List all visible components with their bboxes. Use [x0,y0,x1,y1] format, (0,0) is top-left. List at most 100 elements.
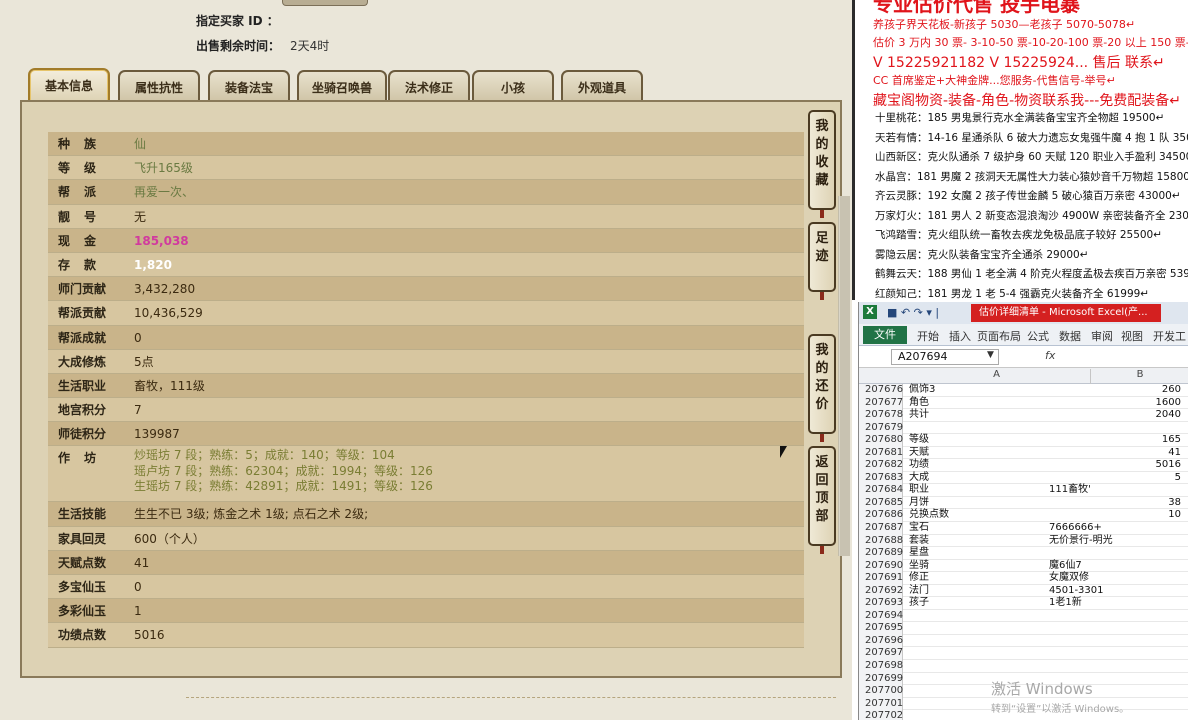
doc-listing-line: 天若有情：14-16 星通杀队 6 破大力遗忘女鬼强牛魔 4 抱 1 队 350… [875,131,1188,144]
footprint-button[interactable]: 足迹 [808,222,836,300]
row-number[interactable]: 207692 [859,584,903,598]
cell-b[interactable]: 165 [1049,434,1181,447]
row-number[interactable]: 207700 [859,685,903,698]
ribbon-tab-3[interactable]: 页面布局 [977,328,1021,344]
cell-b[interactable]: 1老1新 [1049,597,1181,610]
sheet-row: 207692 法门 4501-3301 [859,584,1188,598]
row-number[interactable]: 207696 [859,634,903,648]
row-number[interactable]: 207683 [859,471,903,485]
sheet-row: 207698 [859,660,1188,673]
sheet-row: 207677 角色 1600 [859,396,1188,410]
row-number[interactable]: 207702 [859,710,903,720]
info-key: 等级 [58,161,111,176]
cell-b[interactable]: 魔6仙7 [1049,560,1181,573]
info-value: 再爱一次、 [134,185,195,200]
row-number[interactable]: 207693 [859,597,903,610]
ribbon-tab-7[interactable]: 视图 [1121,328,1143,344]
info-row: 功绩点数 5016 [48,623,804,648]
column-headers: A B [859,368,1188,384]
info-value: 畜牧，111级 [134,378,205,393]
row-number[interactable]: 207679 [859,421,903,435]
cell-b[interactable]: 111畜牧' [1049,484,1181,497]
ribbon-tab-0[interactable]: 文件 [863,326,907,344]
info-value: 600（个人） [134,531,205,546]
row-number[interactable]: 207688 [859,534,903,548]
ribbon-tab-2[interactable]: 插入 [949,328,971,344]
tab-3[interactable]: 坐骑召唤兽 [297,70,387,102]
row-number[interactable]: 207690 [859,559,903,573]
info-row: 帮派成就 0 [48,325,804,350]
name-box[interactable]: A207694 [891,349,999,365]
my-favorites-button[interactable]: 我的收藏 [808,110,836,218]
cell-b[interactable]: 无价景行-明光 [1049,535,1181,548]
row-number[interactable]: 207699 [859,672,903,686]
sheet-row: 207693 孩子 1老1新 [859,597,1188,610]
ribbon-tab-4[interactable]: 公式 [1027,328,1049,344]
row-number[interactable]: 207695 [859,622,903,635]
row-number[interactable]: 207697 [859,647,903,660]
row-number[interactable]: 207691 [859,572,903,585]
doc-title: 专业估价代售 投手电暴 [873,0,1080,16]
cell-b[interactable]: 女魔双修 [1049,572,1181,585]
cell-b[interactable]: 2040 [1049,409,1181,422]
cell-b[interactable]: 260 [1049,384,1181,397]
ribbon-tab-1[interactable]: 开始 [917,328,939,344]
row-number[interactable]: 207686 [859,509,903,522]
column-a-header[interactable]: A [903,369,1091,384]
top-button[interactable] [282,0,368,6]
row-number[interactable]: 207684 [859,484,903,497]
excel-ribbon: 文件开始插入页面布局公式数据审阅视图开发工具 [859,324,1188,359]
tab-0[interactable]: 基本信息 [28,68,110,102]
row-number[interactable]: 207682 [859,459,903,472]
cell-b[interactable]: 4501-3301 [1049,585,1181,598]
back-to-top-button[interactable]: 返回顶部 [808,446,836,554]
sheet-row: 207684 职业 111畜牧' [859,484,1188,497]
doc-listing-line: 红颜知己：181 男龙 1 老 5-4 强霸克火装备齐全 61999↵ [875,287,1150,300]
row-number[interactable]: 207694 [859,609,903,623]
panel-scrollbar[interactable] [838,196,850,556]
tab-2[interactable]: 装备法宝 [208,70,290,102]
row-number[interactable]: 207676 [859,384,903,397]
tab-6[interactable]: 外观道具 [561,70,643,102]
column-b-header[interactable]: B [1091,369,1188,380]
cell-a[interactable]: 星盘 [909,547,1091,560]
row-number[interactable]: 207680 [859,434,903,447]
cell-b[interactable]: 5 [1049,472,1181,485]
cell-b[interactable]: 1600 [1049,397,1181,410]
sheet-row: 207694 [859,609,1188,623]
ribbon-tab-6[interactable]: 审阅 [1091,328,1113,344]
info-row: 帮派贡献 10,436,529 [48,301,804,326]
cell-b[interactable]: 10 [1049,509,1181,522]
info-key: 种族 [58,137,111,151]
info-value: 无 [134,209,147,224]
info-key: 生活职业 [58,378,107,393]
cell-b[interactable]: 38 [1049,497,1181,510]
name-box-dropdown-icon[interactable]: ▼ [987,350,994,360]
row-number[interactable]: 207681 [859,446,903,460]
windows-watermark-sub: 转到“设置”以激活 Windows。 [991,704,1130,715]
row-number[interactable]: 207685 [859,496,903,510]
row-number[interactable]: 207678 [859,409,903,422]
fx-icon[interactable]: fx [1045,349,1055,362]
info-row: 家具回灵 600（个人） [48,526,804,551]
my-counteroffer-button[interactable]: 我的还价 [808,334,836,442]
ribbon-tab-5[interactable]: 数据 [1059,328,1081,344]
tab-1[interactable]: 属性抗性 [118,70,200,102]
cell-b[interactable]: 41 [1049,447,1181,460]
row-number[interactable]: 207698 [859,660,903,673]
row-number[interactable]: 207689 [859,547,903,560]
panel-scrollbar-thumb[interactable] [840,196,850,556]
cell-b[interactable]: 5016 [1049,459,1181,472]
info-row: 帮派 再爱一次、 [48,180,804,205]
row-number[interactable]: 207687 [859,522,903,535]
info-row: 师徒积分 139987 [48,422,804,447]
sheet-row: 207679 [859,421,1188,435]
info-value: 1,820 [134,257,172,272]
tab-5[interactable]: 小孩 [472,70,554,102]
sheet-row: 207685 月饼 38 [859,496,1188,510]
quick-access-icons[interactable]: ■ ↶ ↷ ▾ | [887,306,939,319]
row-number[interactable]: 207677 [859,396,903,410]
row-number[interactable]: 207701 [859,697,903,711]
tab-4[interactable]: 法术修正 [388,70,470,102]
cell-b[interactable]: 7666666+ [1049,522,1181,535]
